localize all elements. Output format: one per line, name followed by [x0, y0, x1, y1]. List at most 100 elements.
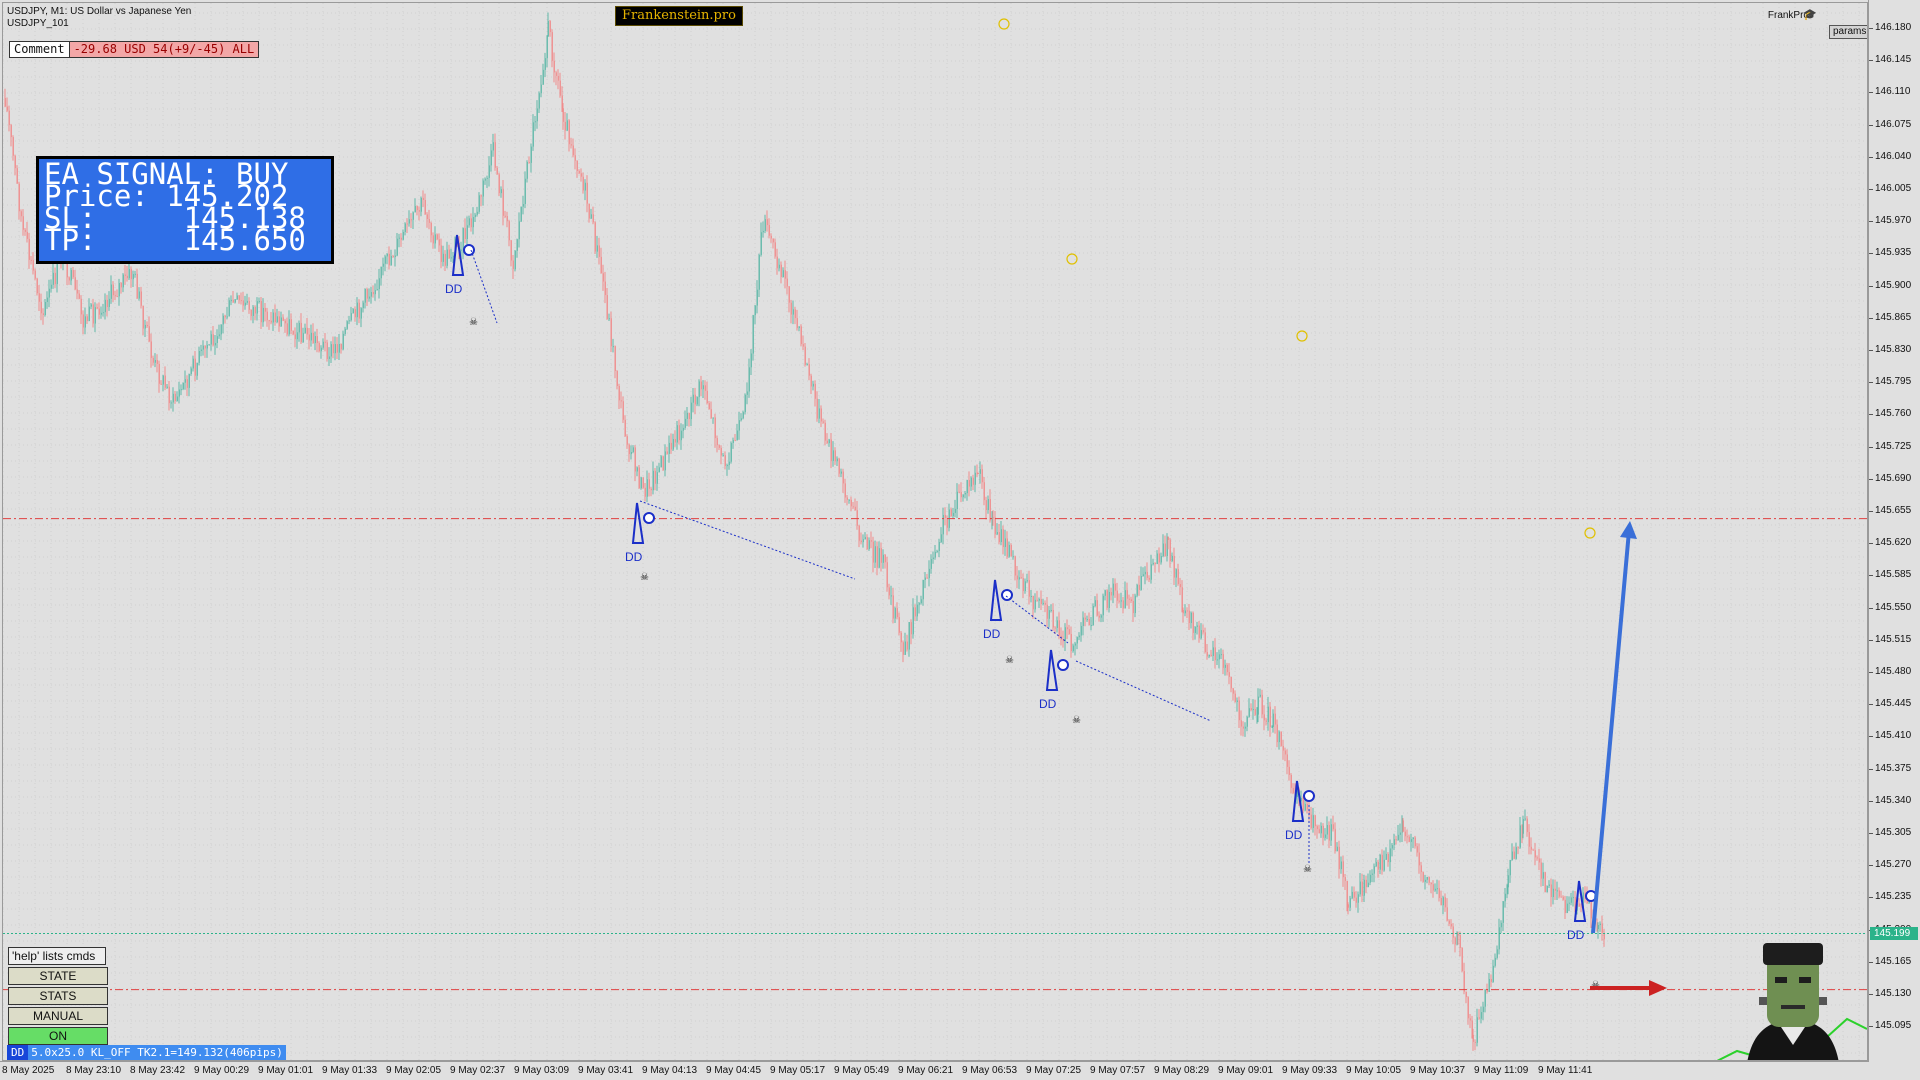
candle-body — [148, 326, 150, 342]
time-tick-label: 8 May 23:10 — [66, 1065, 122, 1076]
candle-body — [464, 228, 466, 239]
candle-body — [981, 469, 983, 483]
manual-button[interactable]: MANUAL — [8, 1007, 108, 1025]
candle-body — [630, 452, 632, 455]
candle-body — [496, 167, 498, 175]
candle-body — [1463, 971, 1465, 992]
candle-body — [718, 445, 720, 448]
brand-link[interactable]: Frankenstein.pro — [615, 6, 743, 26]
candle-body — [1284, 750, 1286, 755]
candle-body — [182, 382, 184, 390]
candle-body — [34, 270, 36, 279]
candle-body — [1234, 693, 1236, 702]
candle-body — [600, 256, 602, 274]
candle-body — [36, 278, 38, 294]
graduation-cap-icon[interactable]: 🎓 — [1803, 10, 1817, 21]
dd-marker-2-label: DD — [625, 550, 643, 564]
status-bar: DD 5.0x25.0 KL_OFF TK2.1=149.132(406pips… — [7, 1045, 286, 1060]
price-tick-mark — [1869, 768, 1873, 770]
candle-body — [960, 492, 962, 498]
candle-body — [1198, 625, 1200, 639]
stats-button[interactable]: STATS — [8, 987, 108, 1005]
candle-body — [1112, 583, 1114, 596]
candle-body — [536, 108, 538, 122]
candle-body — [1218, 654, 1220, 660]
candle-body — [562, 108, 564, 122]
candle-body — [553, 60, 555, 73]
time-axis[interactable]: 8 May 2025 8 May 23:10 8 May 23:42 9 May 00… — [0, 1061, 1868, 1080]
candle-body — [1432, 884, 1434, 891]
time-tick-label: 9 May 09:01 — [1218, 1065, 1274, 1076]
skull-icon: ☠ — [640, 572, 649, 583]
candle-body — [1351, 891, 1353, 899]
price-axis[interactable]: 146.180 146.145 146.110 146.075 146.040 146.0… — [1868, 0, 1920, 1062]
candle-body — [240, 300, 242, 302]
candle-body — [770, 235, 772, 239]
candle-body — [754, 305, 756, 316]
candle-body — [1408, 836, 1410, 842]
candle-body — [702, 385, 704, 390]
candle-body — [1465, 991, 1467, 998]
candle-body — [1568, 902, 1570, 904]
candle-body — [1502, 901, 1504, 923]
candle-body — [1224, 664, 1226, 668]
candle-body — [1278, 731, 1280, 743]
candle-body — [844, 483, 846, 498]
candle-body — [242, 300, 244, 306]
candle-body — [1088, 618, 1090, 626]
candle-body — [358, 302, 360, 319]
price-tick-label: 146.040 — [1875, 150, 1912, 162]
candle-body — [848, 499, 850, 501]
params-button[interactable]: params — [1829, 25, 1867, 39]
candle-body — [418, 210, 420, 212]
candle-body — [322, 341, 324, 348]
candle-body — [124, 274, 126, 276]
candle-body — [1090, 625, 1092, 627]
candle-body — [1038, 599, 1040, 601]
candle-body — [970, 477, 972, 487]
candle-body — [144, 324, 146, 329]
candle-body — [1404, 831, 1406, 837]
candle-body — [32, 260, 34, 271]
state-button[interactable]: STATE — [8, 967, 108, 985]
candle-body — [428, 218, 430, 223]
candle-body — [610, 318, 612, 347]
candle-body — [90, 304, 92, 307]
candle-body — [654, 470, 656, 484]
candle-body — [30, 259, 32, 261]
on-toggle-button[interactable]: ON — [8, 1027, 108, 1045]
candle-body — [1448, 920, 1450, 924]
candle-body — [532, 122, 534, 147]
candle-body — [364, 289, 366, 303]
candle-body — [598, 245, 600, 257]
signal-tp: TP: 145.650 — [44, 223, 306, 257]
price-chart[interactable]: DD DD DD DD DD DD ☠ ☠ ☠ ☠ ☠ ☠ USDJPY, M1: US Dollar… — [2, 2, 1868, 1061]
candle-body — [100, 312, 102, 315]
candle-body — [1230, 676, 1232, 689]
price-tick-mark — [1869, 672, 1873, 673]
candle-body — [310, 332, 312, 341]
candle-body — [434, 234, 436, 244]
candle-body — [306, 327, 308, 335]
candle-body — [474, 214, 476, 218]
candle-body — [1494, 957, 1496, 966]
candle-body — [294, 334, 296, 340]
candle-body — [514, 250, 516, 270]
candle-body — [1222, 654, 1224, 668]
candle-body — [1363, 879, 1365, 896]
time-tick-label: 9 May 07:57 — [1090, 1065, 1146, 1076]
price-tick-mark — [1869, 961, 1873, 963]
candle-body — [74, 277, 76, 290]
candle-body — [500, 189, 502, 194]
candle-body — [1140, 576, 1142, 590]
candle-body — [842, 471, 844, 484]
help-commands-button[interactable]: 'help' lists cmds — [8, 947, 106, 965]
candle-body — [290, 319, 292, 331]
candle-body — [1548, 884, 1550, 886]
candle-body — [950, 509, 952, 517]
candle-body — [972, 477, 974, 485]
candle-body — [576, 160, 578, 171]
candle-body — [130, 268, 132, 280]
price-tick-label: 145.620 — [1875, 537, 1912, 549]
candle-body — [444, 253, 446, 266]
